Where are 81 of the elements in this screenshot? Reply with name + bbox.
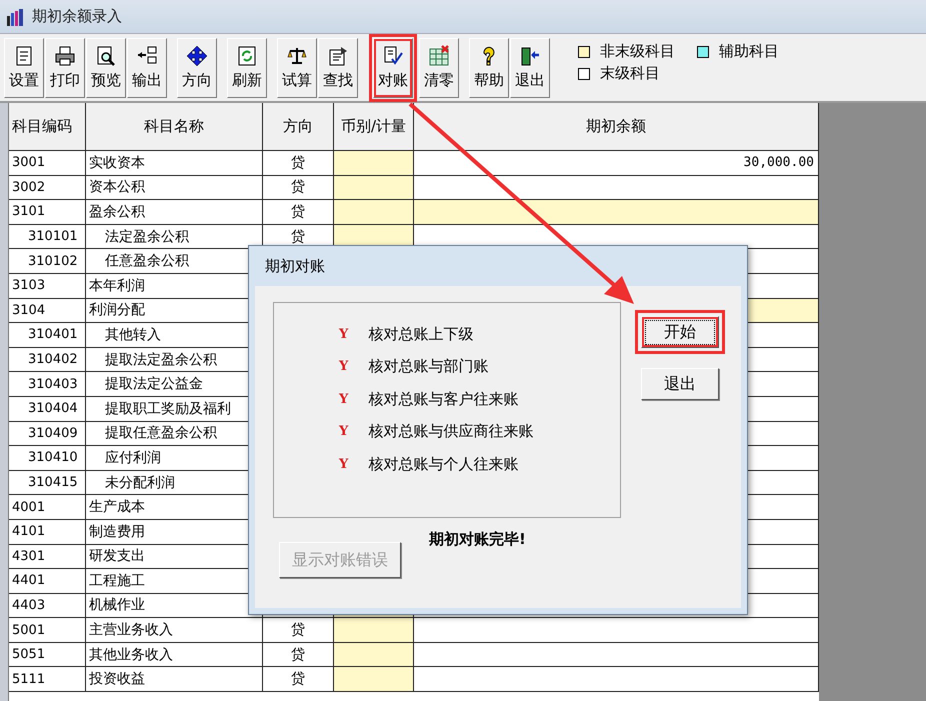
- check-document-icon: [382, 45, 404, 67]
- table-cell: 主营业务收入: [86, 618, 263, 643]
- table-cell: 3002: [9, 176, 86, 200]
- table-cell: 投资收益: [86, 667, 263, 692]
- table-cell: 3104: [9, 298, 86, 324]
- check-mark: Y: [339, 326, 348, 342]
- table-cell: 贷: [263, 618, 334, 643]
- toolbar-button[interactable]: 清零: [419, 38, 459, 98]
- toolbar-button[interactable]: 方向: [177, 38, 217, 98]
- form-icon: [327, 45, 349, 67]
- table-cell: 310410: [9, 446, 86, 471]
- check-mark: Y: [339, 456, 348, 472]
- check-mark: Y: [339, 424, 348, 440]
- table-cell: 贷: [263, 200, 334, 225]
- toolbar-button[interactable]: 预览: [86, 38, 126, 98]
- legend-label: 非末级科目: [600, 42, 675, 61]
- dialog-title: 期初对账: [265, 256, 325, 276]
- printer-icon: [54, 45, 76, 67]
- toolbar-button[interactable]: 刷新: [227, 38, 267, 98]
- legend-label: 末级科目: [600, 64, 660, 83]
- table-cell: 310101: [9, 224, 86, 250]
- column-header: 币别/计量: [334, 103, 414, 151]
- toolbar-button[interactable]: 帮助: [469, 38, 509, 98]
- window-title: 期初余额录入: [32, 7, 122, 26]
- table-cell: 4101: [9, 520, 86, 544]
- dialog-button[interactable]: 开始: [641, 316, 719, 348]
- table-cell: 3103: [9, 274, 86, 299]
- check-label: 核对总账与个人往来账: [368, 454, 518, 474]
- bar-chart-icon: [6, 8, 26, 26]
- table-cell: 资本公积: [86, 176, 263, 200]
- check-label: 核对总账上下级: [368, 324, 474, 344]
- status-text: 期初对账完毕!: [429, 530, 526, 549]
- toolbar-button[interactable]: 查找: [318, 38, 358, 98]
- table-cell: 5001: [9, 618, 86, 643]
- table-cell: 3001: [9, 151, 86, 176]
- table-cell: 贷: [263, 176, 334, 200]
- table-cell: 4401: [9, 569, 86, 594]
- refresh-icon: [236, 45, 258, 67]
- column-header: 期初余额: [414, 103, 819, 151]
- toolbar-button[interactable]: 退出: [510, 38, 550, 98]
- table-cell: 3101: [9, 200, 86, 225]
- check-mark: Y: [339, 392, 348, 407]
- toolbar-button[interactable]: 打印: [45, 38, 85, 98]
- four-way-arrow-icon: [186, 45, 208, 67]
- table-cell: 310402: [9, 348, 86, 372]
- table-cell: 310401: [9, 323, 86, 348]
- dialog-button[interactable]: 退出: [641, 368, 719, 400]
- check-mark: Y: [339, 359, 348, 374]
- table-cell: 盈余公积: [86, 200, 263, 225]
- table-cell: 其他业务收入: [86, 642, 263, 668]
- table-cell: 贷: [263, 151, 334, 176]
- table-cell: 310409: [9, 422, 86, 446]
- legend-label: 辅助科目: [719, 42, 779, 61]
- table-cell: 30,000.00: [414, 151, 819, 176]
- column-header: 科目名称: [86, 103, 263, 151]
- table-cell: 4403: [9, 594, 86, 618]
- toolbar-button[interactable]: 设置: [4, 38, 44, 98]
- table-cell: 贷: [263, 642, 334, 668]
- toolbar-button[interactable]: 对账: [373, 38, 413, 98]
- table-cell: 5051: [9, 642, 86, 668]
- table-cell: 310403: [9, 372, 86, 397]
- column-header: 方向: [263, 103, 334, 151]
- check-label: 核对总账与部门账: [368, 357, 488, 376]
- exit-door-icon: [519, 45, 541, 67]
- table-cell: 4001: [9, 495, 86, 520]
- toolbar-button[interactable]: 试算: [277, 38, 317, 98]
- magnifier-page-icon: [95, 45, 117, 67]
- table-cell: 310415: [9, 470, 86, 496]
- table-cell: 310102: [9, 249, 86, 274]
- table-cell: 贷: [263, 667, 334, 692]
- clear-grid-icon: [428, 45, 450, 67]
- check-label: 核对总账与供应商往来账: [368, 422, 534, 442]
- toolbar-button[interactable]: 输出: [127, 38, 167, 98]
- table-cell: 4301: [9, 544, 86, 570]
- table-cell: 310404: [9, 396, 86, 422]
- table-cell: 法定盈余公积: [86, 224, 263, 250]
- column-header: 科目编码: [9, 103, 86, 151]
- check-label: 核对总账与客户往来账: [368, 390, 518, 409]
- table-cell: 实收资本: [86, 151, 263, 176]
- scale-icon: [286, 45, 308, 67]
- table-cell: 5111: [9, 667, 86, 692]
